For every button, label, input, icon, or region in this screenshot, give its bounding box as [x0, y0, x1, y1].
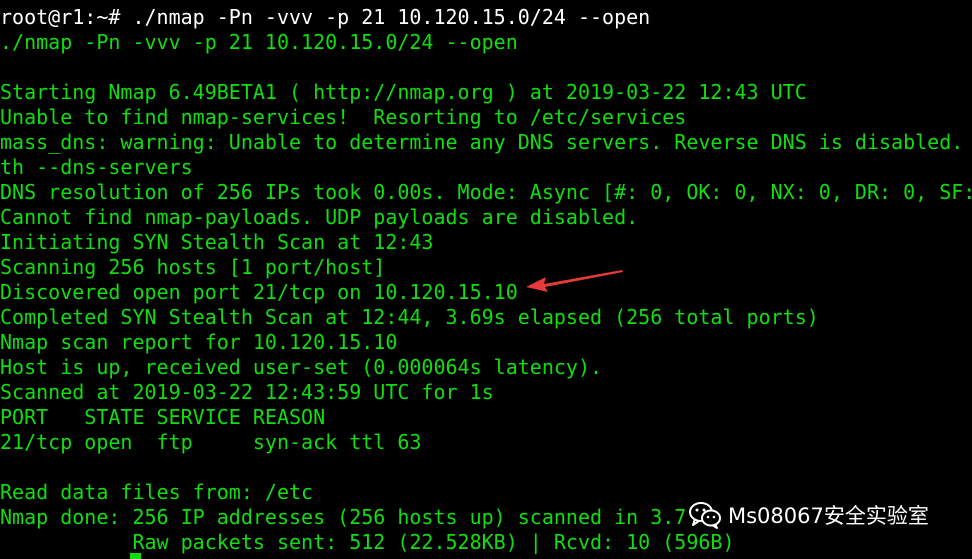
terminal-line: Host is up, received user-set (0.000064s… — [0, 355, 603, 379]
terminal-line: Unable to find nmap-services! Resorting … — [0, 105, 687, 129]
terminal-line: mass_dns: warning: Unable to determine a… — [0, 130, 972, 154]
terminal-window[interactable]: root@r1:~# ./nmap -Pn -vvv -p 21 10.120.… — [0, 0, 972, 559]
terminal-line: Raw packets sent: 512 (22.528KB) | Rcvd:… — [0, 530, 735, 554]
terminal-line: Nmap scan report for 10.120.15.10 — [0, 330, 398, 354]
terminal-line: Completed SYN Stealth Scan at 12:44, 3.6… — [0, 305, 819, 329]
terminal-line: Cannot find nmap-payloads. UDP payloads … — [0, 205, 639, 229]
terminal-line: Scanned at 2019-03-22 12:43:59 UTC for 1… — [0, 380, 494, 404]
terminal-output: root@r1:~# ./nmap -Pn -vvv -p 21 10.120.… — [0, 5, 972, 555]
wechat-icon — [689, 502, 721, 529]
terminal-line: ./nmap -Pn -vvv -p 21 10.120.15.0/24 --o… — [0, 30, 518, 54]
terminal-line: Initiating SYN Stealth Scan at 12:43 — [0, 230, 434, 254]
watermark: Ms08067安全实验室 — [688, 500, 929, 530]
terminal-line: DNS resolution of 256 IPs took 0.00s. Mo… — [0, 180, 972, 204]
terminal-cursor — [130, 553, 141, 559]
terminal-line: th --dns-servers — [0, 155, 193, 179]
terminal-line: 21/tcp open ftp syn-ack ttl 63 — [0, 430, 422, 454]
terminal-line: Starting Nmap 6.49BETA1 ( http://nmap.or… — [0, 80, 807, 104]
terminal-line: Discovered open port 21/tcp on 10.120.15… — [0, 280, 518, 304]
terminal-line: Scanning 256 hosts [1 port/host] — [0, 255, 386, 279]
watermark-text: Ms08067安全实验室 — [728, 504, 929, 528]
terminal-line: root@r1:~# ./nmap -Pn -vvv -p 21 10.120.… — [0, 5, 651, 29]
terminal-line: PORT STATE SERVICE REASON — [0, 405, 326, 429]
